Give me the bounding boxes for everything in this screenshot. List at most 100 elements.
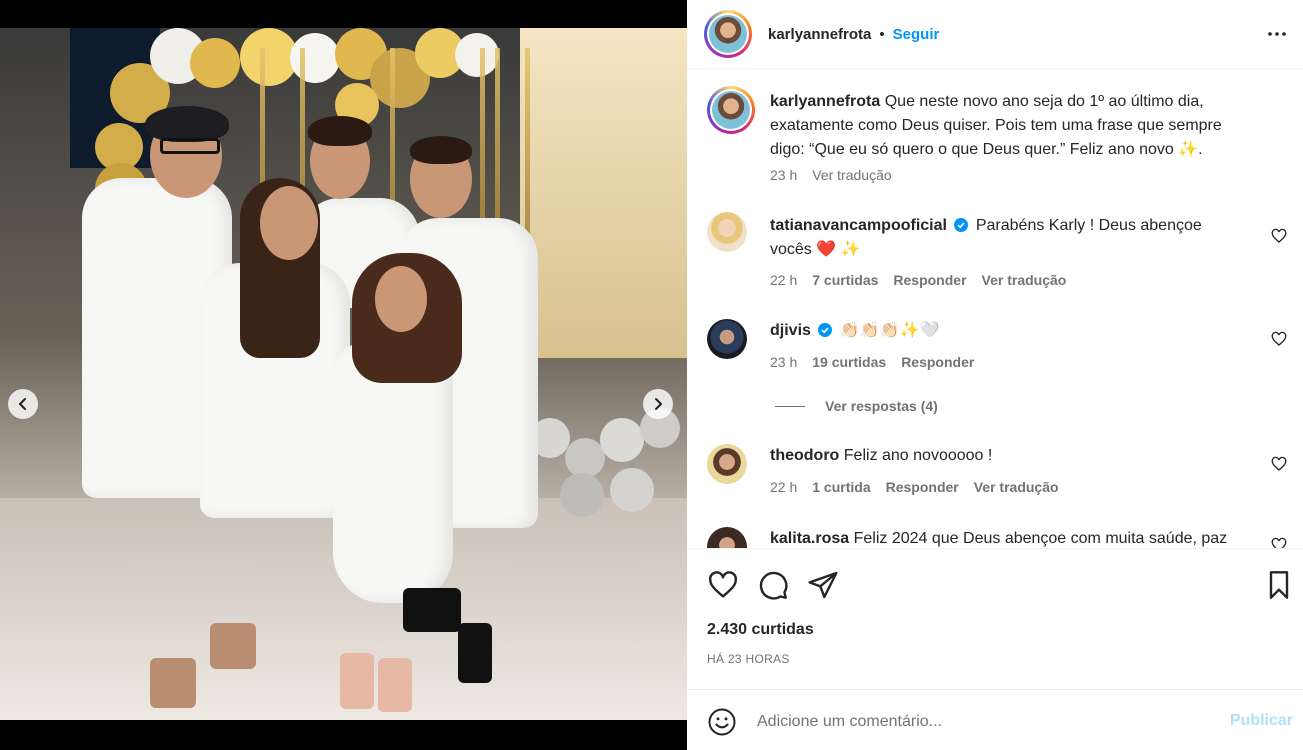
comment-likes[interactable]: 1 curtida bbox=[812, 478, 870, 496]
commenter-username[interactable]: theodoro bbox=[770, 447, 839, 464]
photo-shoe bbox=[150, 658, 196, 708]
comment-body: kalita.rosa Feliz 2024 que Deus abençoe … bbox=[770, 527, 1247, 548]
caption-time[interactable]: 23 h bbox=[770, 166, 797, 184]
post-caption: karlyannefrota Que neste novo ano seja d… bbox=[707, 86, 1287, 206]
like-count[interactable]: 2.430 curtidas bbox=[707, 621, 814, 639]
commenter-avatar[interactable] bbox=[707, 527, 747, 548]
caption-username[interactable]: karlyannefrota bbox=[770, 93, 880, 110]
publish-button[interactable]: Publicar bbox=[1230, 712, 1293, 730]
photo-balloon bbox=[610, 468, 654, 512]
comment-icon[interactable] bbox=[757, 569, 789, 601]
comment-like-icon[interactable] bbox=[1271, 456, 1287, 472]
chevron-right-icon bbox=[655, 398, 662, 410]
verified-badge-icon bbox=[954, 218, 969, 232]
follow-button[interactable]: Seguir bbox=[893, 26, 940, 43]
comment-item: tatianavancampooficial Parabéns Karly ! … bbox=[707, 212, 1287, 292]
avatar-image bbox=[709, 15, 747, 53]
comment-meta: 22 h 1 curtida Responder Ver tradução bbox=[770, 478, 1059, 496]
photo-hair bbox=[308, 116, 372, 146]
comment-item: theodoro Feliz ano novooooo ! 22 h 1 cur… bbox=[707, 444, 1287, 504]
post-details-panel: karlyannefrota • Seguir karlyannefrota Q… bbox=[687, 0, 1303, 750]
comment-meta: 22 h 7 curtidas Responder Ver tradução bbox=[770, 271, 1066, 289]
photo-balloon bbox=[600, 418, 644, 462]
photo-shoe bbox=[378, 658, 412, 712]
reply-button[interactable]: Responder bbox=[901, 353, 974, 371]
send-icon[interactable] bbox=[807, 569, 839, 601]
avatar-image bbox=[712, 91, 750, 129]
photo-glasses bbox=[160, 138, 220, 154]
chevron-left-icon bbox=[19, 398, 26, 410]
photo-shoe bbox=[403, 588, 461, 632]
photo-hair bbox=[410, 136, 472, 164]
commenter-avatar[interactable] bbox=[707, 212, 747, 252]
comment-text: 👏🏻👏🏻👏🏻✨🤍 bbox=[839, 322, 940, 339]
photo-balloon bbox=[190, 38, 240, 88]
comment-time[interactable]: 22 h bbox=[770, 271, 797, 289]
comment-meta: 23 h 19 curtidas Responder bbox=[770, 353, 974, 371]
photo-shoe bbox=[210, 623, 256, 669]
caption-meta: 23 h Ver tradução bbox=[770, 166, 892, 184]
post-header: karlyannefrota • Seguir bbox=[687, 0, 1303, 69]
view-replies-button[interactable]: Ver respostas (4) bbox=[775, 398, 938, 414]
photo-curtain bbox=[525, 48, 530, 258]
translate-link[interactable]: Ver tradução bbox=[982, 271, 1067, 289]
comment-body: theodoro Feliz ano novooooo ! bbox=[770, 444, 1247, 468]
bookmark-icon[interactable] bbox=[1263, 569, 1295, 601]
caption-body: karlyannefrota Que neste novo ano seja d… bbox=[770, 90, 1247, 162]
translate-link[interactable]: Ver tradução bbox=[974, 478, 1059, 496]
photo-shoe bbox=[458, 623, 492, 683]
photo-balloon bbox=[565, 438, 605, 478]
add-comment-bar: Publicar bbox=[687, 689, 1303, 750]
comment-item: djivis 👏🏻👏🏻👏🏻✨🤍 23 h 19 curtidas Respond… bbox=[707, 319, 1287, 379]
commenter-avatar[interactable] bbox=[707, 319, 747, 359]
commenter-avatar[interactable] bbox=[707, 444, 747, 484]
reply-button[interactable]: Responder bbox=[893, 271, 966, 289]
post-actions: 2.430 curtidas HÁ 23 HORAS bbox=[687, 548, 1303, 688]
more-horizontal-icon bbox=[1268, 32, 1286, 36]
comment-likes[interactable]: 7 curtidas bbox=[812, 271, 878, 289]
comment-like-icon[interactable] bbox=[1271, 331, 1287, 347]
caption-translate-link[interactable]: Ver tradução bbox=[812, 166, 891, 184]
reply-button[interactable]: Responder bbox=[886, 478, 959, 496]
caption-avatar[interactable] bbox=[707, 86, 755, 134]
photo-face bbox=[375, 266, 427, 332]
replies-divider bbox=[775, 405, 805, 407]
photo-face bbox=[260, 186, 318, 260]
comment-input[interactable] bbox=[757, 704, 1197, 740]
photo-balloon bbox=[455, 33, 499, 77]
view-replies-label: Ver respostas (4) bbox=[825, 398, 938, 414]
commenter-username[interactable]: kalita.rosa bbox=[770, 530, 849, 547]
comment-like-icon[interactable] bbox=[1271, 537, 1287, 548]
verified-badge-icon bbox=[818, 323, 833, 337]
photo-hair bbox=[145, 106, 229, 142]
comment-time[interactable]: 23 h bbox=[770, 353, 797, 371]
comment-time[interactable]: 22 h bbox=[770, 478, 797, 496]
header-separator: • bbox=[879, 25, 885, 43]
carousel-prev-button[interactable] bbox=[8, 389, 38, 419]
more-options-button[interactable] bbox=[1265, 22, 1289, 46]
comment-likes[interactable]: 19 curtidas bbox=[812, 353, 886, 371]
photo-balloon bbox=[560, 473, 604, 517]
carousel-next-button[interactable] bbox=[643, 389, 673, 419]
post-viewer: karlyannefrota • Seguir karlyannefrota Q… bbox=[0, 0, 1303, 750]
post-photo bbox=[0, 28, 687, 720]
commenter-username[interactable]: tatianavancampooficial bbox=[770, 217, 947, 234]
comment-text: Feliz ano novooooo ! bbox=[843, 447, 993, 464]
avatar-frame bbox=[710, 89, 752, 131]
photo-balloon bbox=[290, 33, 340, 83]
post-timestamp[interactable]: HÁ 23 HORAS bbox=[707, 652, 790, 666]
comment-text: Feliz 2024 que Deus abençoe com muita sa… bbox=[853, 530, 1228, 547]
comment-like-icon[interactable] bbox=[1271, 228, 1287, 244]
comment-item: kalita.rosa Feliz 2024 que Deus abençoe … bbox=[707, 527, 1287, 548]
author-avatar[interactable] bbox=[704, 10, 752, 58]
avatar-frame bbox=[707, 13, 749, 55]
photo-shoe bbox=[340, 653, 374, 709]
smiley-icon[interactable] bbox=[707, 707, 737, 737]
comments-list[interactable]: karlyannefrota Que neste novo ano seja d… bbox=[687, 70, 1303, 548]
author-username[interactable]: karlyannefrota bbox=[768, 26, 871, 43]
comment-body: djivis 👏🏻👏🏻👏🏻✨🤍 bbox=[770, 319, 1247, 343]
photo-back-wall bbox=[520, 28, 687, 358]
heart-icon[interactable] bbox=[707, 569, 739, 601]
commenter-username[interactable]: djivis bbox=[770, 322, 811, 339]
comment-body: tatianavancampooficial Parabéns Karly ! … bbox=[770, 214, 1247, 262]
